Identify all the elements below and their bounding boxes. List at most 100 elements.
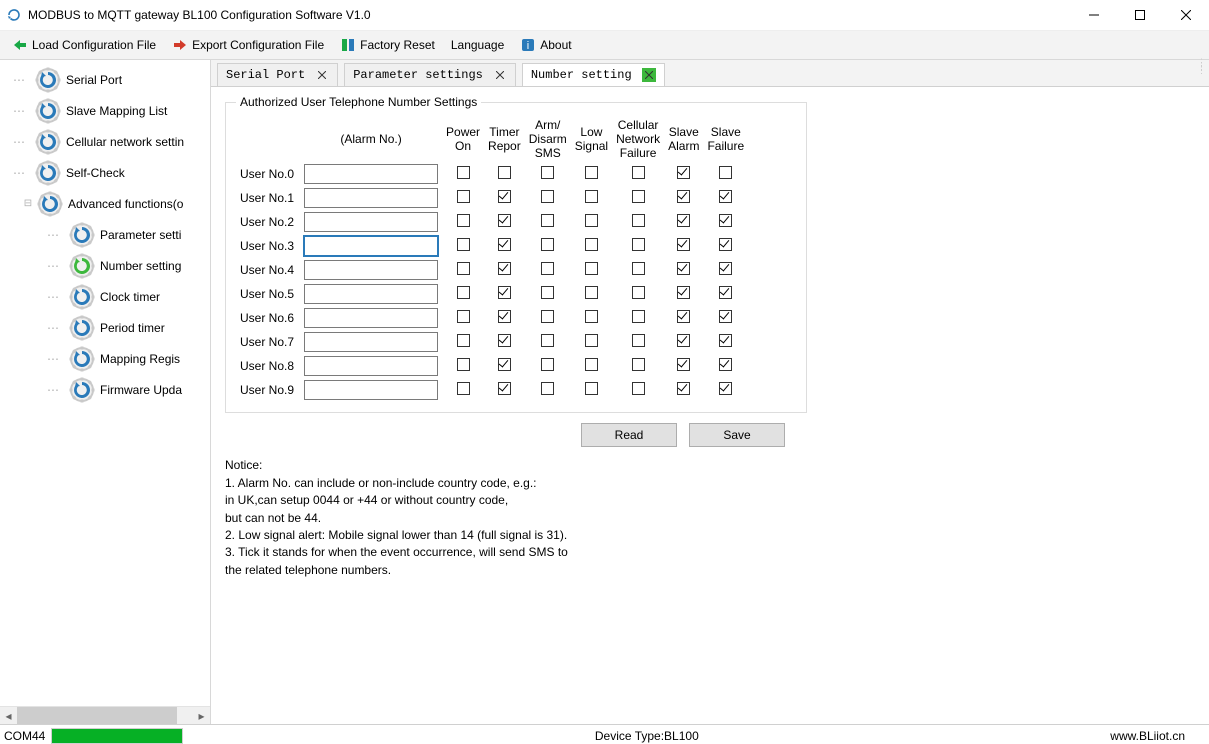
checkbox[interactable] <box>541 262 554 275</box>
splitter-grip[interactable]: ⋮⋮⋮⋮⋮⋮ <box>1197 60 1207 86</box>
checkbox[interactable] <box>677 382 690 395</box>
alarm-number-input[interactable] <box>304 380 438 400</box>
tree-item[interactable]: ⋯ Serial Port <box>4 64 210 95</box>
checkbox[interactable] <box>457 310 470 323</box>
checkbox[interactable] <box>632 382 645 395</box>
tree-item[interactable]: ⋯ Parameter setti <box>4 219 210 250</box>
collapse-icon[interactable]: ⊟ <box>22 198 34 209</box>
checkbox[interactable] <box>541 358 554 371</box>
checkbox[interactable] <box>677 190 690 203</box>
alarm-number-input[interactable] <box>304 212 438 232</box>
save-button[interactable]: Save <box>689 423 785 447</box>
alarm-number-input[interactable] <box>304 332 438 352</box>
alarm-number-input[interactable] <box>304 260 438 280</box>
tab-close-icon[interactable] <box>642 68 656 82</box>
checkbox[interactable] <box>719 382 732 395</box>
tab[interactable]: Number setting <box>522 63 665 86</box>
checkbox[interactable] <box>541 190 554 203</box>
checkbox[interactable] <box>632 262 645 275</box>
checkbox[interactable] <box>541 214 554 227</box>
tree-item[interactable]: ⋯ Firmware Upda <box>4 374 210 405</box>
alarm-number-input[interactable] <box>304 356 438 376</box>
checkbox[interactable] <box>677 286 690 299</box>
checkbox[interactable] <box>719 358 732 371</box>
tree-item[interactable]: ⋯ Self-Check <box>4 157 210 188</box>
minimize-button[interactable] <box>1071 0 1117 30</box>
checkbox[interactable] <box>498 286 511 299</box>
checkbox[interactable] <box>677 358 690 371</box>
checkbox[interactable] <box>585 262 598 275</box>
checkbox[interactable] <box>498 310 511 323</box>
checkbox[interactable] <box>498 214 511 227</box>
tree-item[interactable]: ⋯ Number setting <box>4 250 210 281</box>
tree-item[interactable]: ⋯ Cellular network settin <box>4 126 210 157</box>
checkbox[interactable] <box>677 214 690 227</box>
read-button[interactable]: Read <box>581 423 677 447</box>
tree-item[interactable]: ⋯ Period timer <box>4 312 210 343</box>
checkbox[interactable] <box>541 310 554 323</box>
checkbox[interactable] <box>632 190 645 203</box>
alarm-number-input[interactable] <box>304 236 438 256</box>
checkbox[interactable] <box>457 382 470 395</box>
close-button[interactable] <box>1163 0 1209 30</box>
checkbox[interactable] <box>541 382 554 395</box>
checkbox[interactable] <box>585 382 598 395</box>
about-button[interactable]: i About <box>512 32 579 58</box>
alarm-number-input[interactable] <box>304 164 438 184</box>
checkbox[interactable] <box>457 286 470 299</box>
checkbox[interactable] <box>585 238 598 251</box>
checkbox[interactable] <box>677 334 690 347</box>
checkbox[interactable] <box>498 262 511 275</box>
checkbox[interactable] <box>632 238 645 251</box>
checkbox[interactable] <box>719 262 732 275</box>
checkbox[interactable] <box>498 382 511 395</box>
tab[interactable]: Parameter settings <box>344 63 516 86</box>
checkbox[interactable] <box>632 334 645 347</box>
factory-reset-button[interactable]: Factory Reset <box>332 32 443 58</box>
checkbox[interactable] <box>585 310 598 323</box>
checkbox[interactable] <box>585 166 598 179</box>
tree-hscrollbar[interactable]: ◂ ▸ <box>0 706 210 724</box>
checkbox[interactable] <box>457 334 470 347</box>
tree-item[interactable]: ⋯ Clock timer <box>4 281 210 312</box>
checkbox[interactable] <box>719 310 732 323</box>
scroll-left-icon[interactable]: ◂ <box>0 707 17 724</box>
tab[interactable]: Serial Port <box>217 63 338 86</box>
checkbox[interactable] <box>719 334 732 347</box>
checkbox[interactable] <box>585 214 598 227</box>
checkbox[interactable] <box>632 358 645 371</box>
checkbox[interactable] <box>677 262 690 275</box>
checkbox[interactable] <box>632 310 645 323</box>
checkbox[interactable] <box>719 286 732 299</box>
checkbox[interactable] <box>719 190 732 203</box>
checkbox[interactable] <box>457 214 470 227</box>
checkbox[interactable] <box>541 238 554 251</box>
alarm-number-input[interactable] <box>304 188 438 208</box>
checkbox[interactable] <box>457 238 470 251</box>
checkbox[interactable] <box>541 334 554 347</box>
checkbox[interactable] <box>632 286 645 299</box>
checkbox[interactable] <box>498 190 511 203</box>
checkbox[interactable] <box>719 238 732 251</box>
checkbox[interactable] <box>585 334 598 347</box>
tab-close-icon[interactable] <box>493 68 507 82</box>
checkbox[interactable] <box>457 166 470 179</box>
checkbox[interactable] <box>719 166 732 179</box>
checkbox[interactable] <box>677 166 690 179</box>
export-config-button[interactable]: Export Configuration File <box>164 32 332 58</box>
checkbox[interactable] <box>585 190 598 203</box>
checkbox[interactable] <box>585 286 598 299</box>
alarm-number-input[interactable] <box>304 308 438 328</box>
language-button[interactable]: Language <box>443 32 512 58</box>
checkbox[interactable] <box>541 166 554 179</box>
checkbox[interactable] <box>498 166 511 179</box>
scroll-right-icon[interactable]: ▸ <box>193 707 210 724</box>
checkbox[interactable] <box>719 214 732 227</box>
checkbox[interactable] <box>498 334 511 347</box>
checkbox[interactable] <box>457 358 470 371</box>
checkbox[interactable] <box>677 310 690 323</box>
checkbox[interactable] <box>498 358 511 371</box>
checkbox[interactable] <box>457 190 470 203</box>
tree-item[interactable]: ⊟ Advanced functions(o <box>4 188 210 219</box>
checkbox[interactable] <box>632 166 645 179</box>
